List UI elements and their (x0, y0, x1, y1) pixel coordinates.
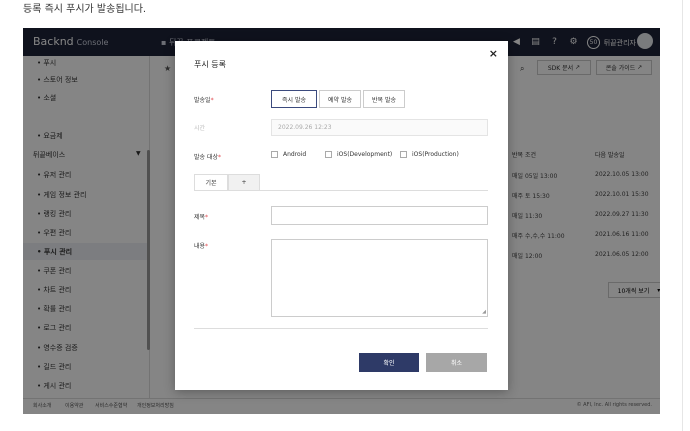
content-field-label: 내용* (194, 243, 209, 250)
doc-caption: 등록 즉시 푸시가 발송됩니다. (23, 4, 147, 15)
title-field-label: 제목* (194, 214, 209, 221)
cancel-button[interactable]: 취소 (426, 353, 487, 372)
target-ios-dev-checkbox[interactable]: iOS(Development) (325, 151, 392, 158)
tab-divider (194, 190, 488, 191)
send-repeat-button[interactable]: 반복 발송 (363, 90, 405, 108)
close-icon[interactable]: × (489, 47, 498, 60)
send-immediate-button[interactable]: 즉시 발송 (271, 90, 317, 108)
confirm-button[interactable]: 확인 (359, 353, 419, 372)
resize-handle-icon[interactable]: ◢ (482, 309, 486, 315)
send-type-label: 발송일* (194, 97, 214, 104)
target-label: 발송 대상* (194, 154, 221, 161)
target-android-checkbox[interactable]: Android (271, 151, 306, 158)
target-ios-prod-checkbox[interactable]: iOS(Production) (400, 151, 459, 158)
content-textarea[interactable]: ◢ (271, 239, 488, 317)
tab-add-button[interactable]: + (228, 174, 260, 191)
send-scheduled-button[interactable]: 예약 발송 (319, 90, 361, 108)
time-label: 시간 (194, 125, 206, 132)
tab-default[interactable]: 기본 (194, 174, 228, 191)
title-input[interactable] (271, 206, 488, 225)
time-input[interactable]: 2022.09.26 12:23 (271, 119, 488, 136)
console-window: BackndConsole ▪ 뒤끝 프로젝트 ◀ ▤ ? ⚙ 50 뒤끝관리자… (23, 28, 660, 414)
push-register-modal: 푸시 등록 × 발송일* 즉시 발송 예약 발송 반복 발송 시간 2022.0… (175, 41, 508, 390)
page-scroll-edge (682, 0, 683, 431)
modal-title: 푸시 등록 (194, 60, 226, 69)
modal-divider (194, 328, 488, 329)
